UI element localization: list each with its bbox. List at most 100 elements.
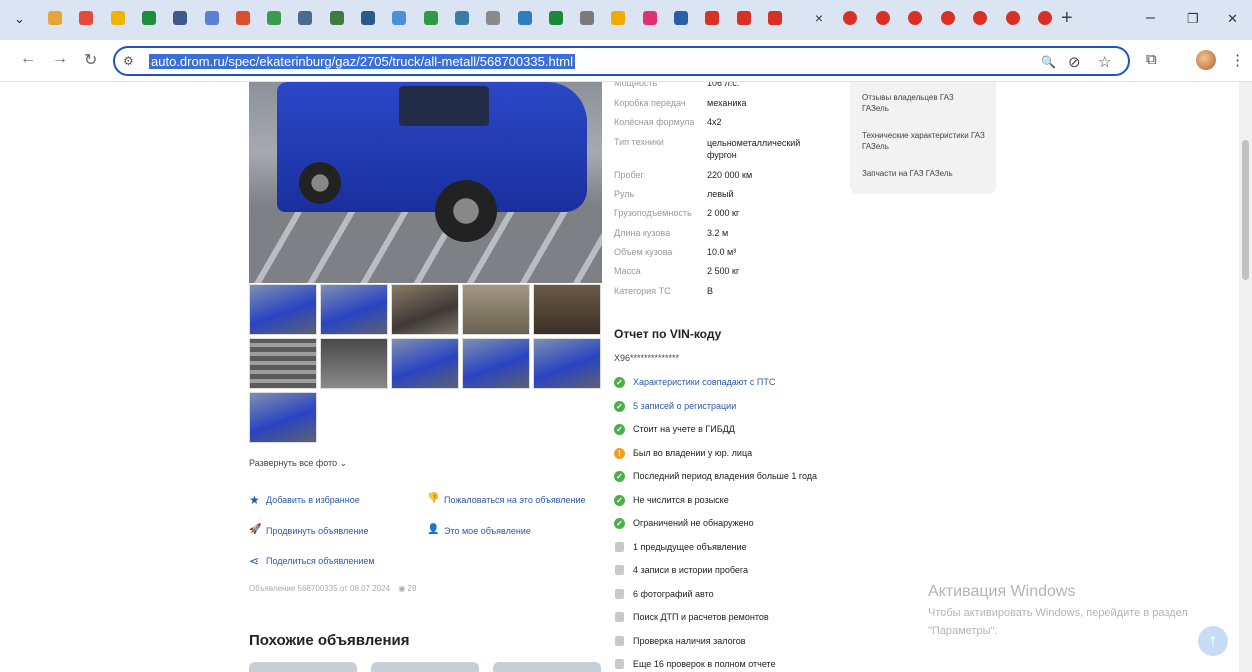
photo-thumbnail[interactable] bbox=[249, 392, 317, 443]
van-rear-wheel bbox=[299, 162, 341, 204]
photo-thumbnail[interactable] bbox=[249, 338, 317, 389]
photo-thumbnail[interactable] bbox=[462, 338, 530, 389]
tab-favicon-icon[interactable] bbox=[973, 11, 987, 25]
star-icon[interactable]: ☆ bbox=[1098, 53, 1111, 71]
tab-favicon-icon[interactable] bbox=[392, 11, 407, 25]
menu-icon[interactable]: ⋮ bbox=[1230, 51, 1245, 69]
zoom-icon[interactable]: 🔍 bbox=[1041, 55, 1056, 69]
tab-favicon-icon[interactable] bbox=[674, 11, 688, 25]
add-favorite-link[interactable]: Добавить в избранное bbox=[266, 495, 360, 505]
tab-favicon-icon[interactable] bbox=[517, 11, 532, 25]
scrollbar-thumb[interactable] bbox=[1242, 140, 1249, 280]
reload-button[interactable]: ↻ bbox=[84, 50, 97, 70]
tab-favicon-icon[interactable] bbox=[736, 11, 751, 25]
tab-favicon-icon[interactable] bbox=[79, 11, 94, 25]
profile-avatar[interactable] bbox=[1196, 50, 1216, 70]
tab-favicon-icon[interactable] bbox=[329, 11, 344, 25]
expand-photos-link[interactable]: Развернуть все фото ⌄ bbox=[249, 458, 347, 469]
tab-favicon-icon[interactable] bbox=[298, 11, 313, 25]
tab-favicon-icon[interactable] bbox=[486, 11, 501, 25]
vin-check-text: 1 предыдущее объявление bbox=[633, 541, 747, 552]
tab-favicon-icon[interactable] bbox=[767, 11, 782, 25]
close-tab-button[interactable]: × bbox=[811, 10, 827, 26]
rocket-icon: 🚀 bbox=[249, 524, 262, 535]
tab-favicon-icon[interactable] bbox=[1038, 11, 1052, 25]
tech-specs-link[interactable]: Технические характеристики ГАЗ ГАЗель bbox=[862, 130, 987, 152]
tab-favicon-icon[interactable] bbox=[235, 11, 250, 25]
main-photo[interactable] bbox=[249, 82, 602, 283]
similar-listing-card[interactable] bbox=[493, 662, 601, 672]
site-info-icon[interactable]: ⚙ bbox=[123, 54, 134, 68]
spec-label: Грузоподъемность bbox=[614, 208, 692, 218]
tab-favicon-icon[interactable] bbox=[204, 11, 219, 25]
photo-thumbnail[interactable] bbox=[533, 284, 601, 335]
photo-thumbnail[interactable] bbox=[320, 284, 388, 335]
spec-label: Коробка передач bbox=[614, 98, 686, 108]
tab-favicon-icon[interactable] bbox=[1005, 11, 1020, 25]
photo-thumbnail[interactable] bbox=[320, 338, 388, 389]
model-links-box: Отзывы владельцев ГАЗ ГАЗель Технические… bbox=[850, 82, 996, 194]
tab-search-button[interactable]: ⌄ bbox=[14, 11, 25, 27]
tab-favicon-icon[interactable] bbox=[454, 11, 469, 25]
owner-reviews-link[interactable]: Отзывы владельцев ГАЗ ГАЗель bbox=[862, 92, 972, 114]
photo-thumbnail[interactable] bbox=[533, 338, 601, 389]
share-link[interactable]: Поделиться объявлением bbox=[266, 556, 375, 566]
my-listing-link[interactable]: Это мое объявление bbox=[444, 526, 531, 536]
tab-favicon-icon[interactable] bbox=[48, 11, 62, 25]
tab-favicon-icon[interactable] bbox=[173, 11, 188, 25]
scroll-to-top-button[interactable]: ↑ bbox=[1198, 626, 1228, 656]
promote-link[interactable]: Продвинуть объявление bbox=[266, 526, 368, 536]
eye-off-icon[interactable]: ⊘ bbox=[1068, 53, 1081, 71]
address-bar[interactable]: ⚙ auto.drom.ru/spec/ekaterinburg/gaz/270… bbox=[113, 46, 1130, 76]
photo-thumbnail[interactable] bbox=[391, 338, 459, 389]
spec-label: Категория ТС bbox=[614, 286, 671, 296]
check-icon: ✓ bbox=[614, 494, 625, 506]
spec-label: Руль bbox=[614, 189, 635, 199]
spare-parts-link[interactable]: Запчасти на ГАЗ ГАЗель bbox=[862, 168, 987, 179]
tab-favicon-icon[interactable] bbox=[110, 11, 125, 25]
tab-favicon-icon[interactable] bbox=[580, 11, 595, 25]
check-icon: ✓ bbox=[614, 471, 625, 482]
tab-favicon-icon[interactable] bbox=[940, 11, 955, 25]
minimize-button[interactable]: – bbox=[1146, 9, 1155, 27]
tab-favicon-icon[interactable] bbox=[141, 11, 156, 25]
similar-listing-card[interactable] bbox=[249, 662, 357, 672]
similar-listing-card[interactable] bbox=[371, 662, 479, 672]
back-button[interactable]: ← bbox=[20, 50, 36, 68]
forward-button[interactable]: → bbox=[52, 50, 68, 68]
lock-icon bbox=[615, 659, 624, 669]
page-content: Развернуть все фото ⌄ ★ Добавить в избра… bbox=[0, 82, 1252, 672]
url-text[interactable]: auto.drom.ru/spec/ekaterinburg/gaz/2705/… bbox=[149, 54, 576, 69]
vin-check-text: 5 записей о регистрации bbox=[633, 400, 737, 411]
new-tab-button[interactable]: + bbox=[1061, 7, 1073, 30]
tab-favicon-icon[interactable] bbox=[843, 11, 857, 25]
tab-favicon-icon[interactable] bbox=[548, 11, 563, 25]
close-window-button[interactable]: ✕ bbox=[1227, 11, 1238, 27]
spec-value: цельнометаллический фургон bbox=[707, 138, 801, 160]
windows-activation-text: Чтобы активировать Windows, перейдите в … bbox=[928, 607, 1188, 637]
tab-favicon-icon[interactable] bbox=[423, 11, 438, 25]
photo-thumbnail[interactable] bbox=[391, 284, 459, 335]
restore-button[interactable]: ❐ bbox=[1187, 11, 1199, 27]
vin-check-text: Ограничений не обнаружено bbox=[633, 518, 754, 528]
photo-thumbnail[interactable] bbox=[249, 284, 317, 335]
spec-value: левый bbox=[707, 189, 734, 199]
tab-favicon-icon[interactable] bbox=[611, 11, 626, 25]
photo-thumbnail[interactable] bbox=[462, 284, 530, 335]
tab-favicon-icon[interactable] bbox=[267, 11, 282, 25]
vin-check-text: Был во владении у юр. лица bbox=[633, 447, 753, 458]
page-scrollbar[interactable] bbox=[1239, 82, 1252, 672]
windows-activation-title: Активация Windows bbox=[928, 583, 1076, 600]
tab-favicon-icon[interactable] bbox=[908, 11, 922, 25]
spec-value: 4x2 bbox=[707, 117, 722, 127]
tab-favicon-icon[interactable] bbox=[361, 11, 375, 25]
spec-label: Длина кузова bbox=[614, 228, 671, 238]
extensions-icon[interactable]: ⧉ bbox=[1146, 51, 1157, 68]
vin-check-text: Проверка наличия залогов bbox=[633, 635, 746, 646]
complain-link[interactable]: Пожаловаться на это объявление bbox=[444, 495, 586, 505]
tab-favicon-icon[interactable] bbox=[705, 11, 720, 25]
tab-favicon-icon[interactable] bbox=[875, 11, 890, 25]
van-front-wheel bbox=[435, 180, 497, 242]
spec-label: Колёсная формула bbox=[614, 117, 695, 127]
tab-favicon-icon[interactable] bbox=[642, 11, 657, 25]
